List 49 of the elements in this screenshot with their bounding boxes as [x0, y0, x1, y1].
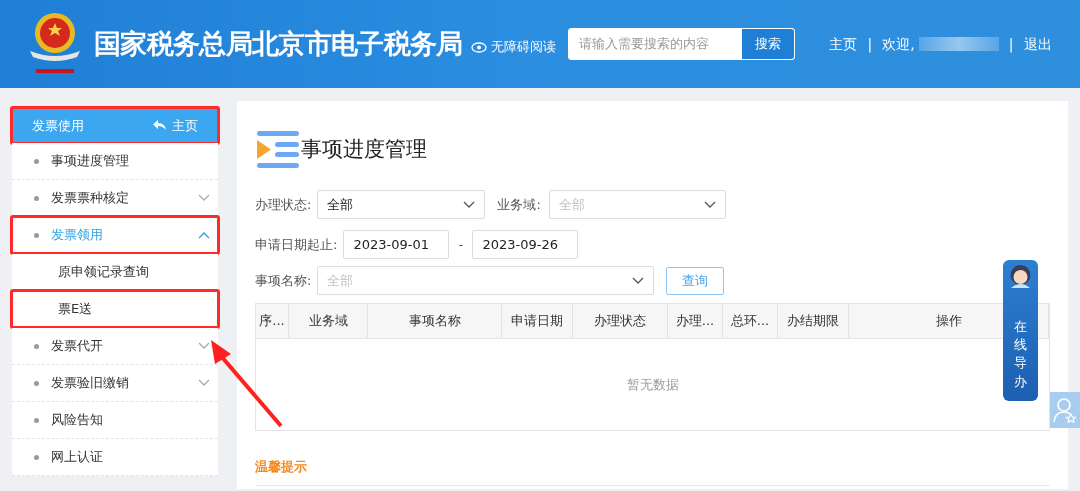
empty-state-text: 暂无数据	[626, 375, 679, 394]
column-header[interactable]: 事项名称	[368, 304, 502, 338]
separator-text: |	[1007, 34, 1015, 55]
eye-icon	[470, 41, 487, 53]
online-guide-button[interactable]: 在线导办	[1003, 260, 1038, 401]
status-dropdown[interactable]: 全部	[317, 190, 486, 219]
sidebar-item[interactable]: 票E送	[12, 291, 218, 328]
chevron-down-icon	[703, 200, 716, 209]
separator-text: |	[866, 34, 874, 55]
bullet-icon	[34, 195, 39, 201]
bullet-icon	[34, 380, 39, 386]
column-header[interactable]: 办理...	[668, 304, 723, 338]
sidebar-item[interactable]: 网上认证	[12, 439, 218, 476]
column-header[interactable]: 总环...	[723, 304, 778, 338]
site-title: 国家税务总局北京市电子税务局	[94, 26, 463, 61]
field-label: 办理状态:	[255, 195, 312, 214]
sidebar-title: 发票使用	[32, 116, 84, 135]
back-arrow-icon	[153, 120, 166, 131]
search-field[interactable]: 请输入需要搜索的内容 搜索	[567, 28, 795, 60]
sidebar-item[interactable]: 风险告知	[12, 402, 218, 439]
bullet-icon	[34, 158, 39, 164]
column-header[interactable]: 申请日期	[502, 304, 573, 338]
column-header[interactable]: 业务域	[289, 304, 368, 338]
search-button[interactable]: 搜索	[741, 29, 794, 59]
date-field[interactable]: 2023-09-26	[472, 230, 579, 259]
chevron-down-icon	[463, 200, 476, 209]
date-separator: -	[457, 235, 465, 254]
bullet-icon	[34, 454, 39, 460]
page-title: 事项进度管理	[301, 135, 427, 163]
sidebar-item[interactable]: 事项进度管理	[12, 143, 218, 180]
sidebar-item[interactable]: 原申领记录查询	[12, 254, 218, 291]
welcome-text: 欢迎,	[882, 34, 915, 54]
bullet-icon	[34, 343, 39, 349]
sidebar-item[interactable]: 发票代开	[12, 328, 218, 365]
field-label: 申请日期起止:	[255, 235, 338, 254]
tips-title: 温馨提示	[255, 458, 308, 476]
list-play-icon	[255, 131, 299, 168]
bullet-icon	[34, 417, 39, 423]
field-label: 事项名称:	[255, 271, 312, 290]
chevron-down-icon	[632, 276, 645, 285]
sidebar-item[interactable]: 发票验旧缴销	[12, 365, 218, 402]
date-field[interactable]: 2023-09-01	[343, 230, 450, 259]
column-header[interactable]: 办结期限	[778, 304, 849, 338]
column-header[interactable]: 办理状态	[573, 304, 668, 338]
sidebar-item[interactable]: 发票票种核定	[12, 180, 218, 217]
bullet-icon	[34, 232, 39, 238]
agent-avatar-icon	[1008, 264, 1033, 290]
field-label: 业务域:	[497, 195, 541, 214]
column-header[interactable]: 序...	[256, 304, 289, 338]
